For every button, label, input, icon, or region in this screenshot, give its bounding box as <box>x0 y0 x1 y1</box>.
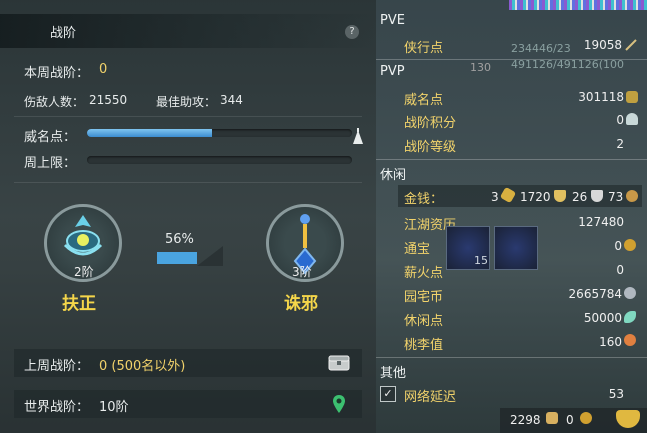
balance-bar-track <box>197 246 223 266</box>
network-latency-checkbox[interactable]: ✓ <box>380 386 396 402</box>
balance-percent: 56% <box>165 232 194 247</box>
pvp-prestige-value: 301118 <box>578 90 624 104</box>
leisure-points-value: 50000 <box>583 311 622 325</box>
jianghu-value: 127480 <box>578 215 624 229</box>
zhengpai-name: 扶正 <box>62 294 96 314</box>
xinhuo-value: 0 <box>616 263 624 277</box>
copper-coin-icon <box>626 190 638 202</box>
pve-xiaxing-label: 侠行点 <box>404 41 444 56</box>
tongbao-label: 通宝 <box>404 242 431 257</box>
world-rank-value: 10阶 <box>99 400 129 415</box>
pvp-rank-score-label: 战阶积分 <box>404 116 457 131</box>
location-pin-icon[interactable] <box>332 394 346 414</box>
prestige-icon <box>626 91 638 103</box>
gold-label: 金钱： <box>404 192 444 207</box>
weekly-cap-progress-bar <box>87 156 352 164</box>
damage-count-label: 伤敌人数： <box>24 95 85 109</box>
xinhuo-label: 薪火点 <box>404 266 444 281</box>
bg-level-text: 130 <box>470 61 491 74</box>
best-assist-label: 最佳助攻： <box>156 95 217 109</box>
other-section-title: 其他 <box>380 366 407 381</box>
yuanzhai-value: 2665784 <box>568 287 622 301</box>
pve-section-title: PVE <box>380 13 405 28</box>
section-divider <box>376 59 647 60</box>
yuanzhai-label: 园宅币 <box>404 290 444 305</box>
chest-icon[interactable] <box>328 355 350 371</box>
gold-value-4: 73 <box>608 190 624 204</box>
damage-count-value: 21550 <box>89 93 128 107</box>
yuanzhai-coin-icon <box>624 287 636 299</box>
leisure-section-title: 休闲 <box>380 168 407 183</box>
bottom-value-1: 2298 <box>510 413 541 427</box>
xiepai-name: 诛邪 <box>284 294 318 314</box>
help-button[interactable]: ? <box>345 25 359 39</box>
gold-value-1: 3 <box>491 190 499 204</box>
sword-icon <box>625 39 637 51</box>
taoli-label: 桃李值 <box>404 338 444 353</box>
pvp-rank-score-value: 0 <box>616 113 624 127</box>
last-week-rank-label: 上周战阶： <box>24 359 90 374</box>
weekly-rank-label: 本周战阶： <box>24 66 90 81</box>
world-rank-label: 世界战阶： <box>24 400 90 415</box>
silver-ingot-icon <box>591 190 603 202</box>
panel-title: 战阶 <box>50 26 77 41</box>
background-bar <box>509 0 647 10</box>
bottom-coin-icon[interactable] <box>580 412 592 424</box>
prestige-progress-fill <box>87 129 212 137</box>
bottom-value-2: 0 <box>566 413 574 427</box>
prestige-progress-bar <box>87 129 352 137</box>
tongbao-coin-icon <box>624 239 636 251</box>
prestige-label: 威名点： <box>24 130 77 145</box>
last-week-rank-value: 0 (500名以外) <box>99 359 186 374</box>
skill-slot-count: 15 <box>474 254 488 267</box>
weekly-rank-value: 0 <box>99 62 108 77</box>
network-latency-label: 网络延迟 <box>404 390 457 405</box>
bottom-item-icon[interactable] <box>546 412 558 424</box>
bg-hp-text: 234446/23 <box>511 42 571 55</box>
leisure-points-label: 休闲点 <box>404 314 444 329</box>
tongbao-value: 0 <box>614 239 622 253</box>
xiepai-rank: 3阶 <box>292 265 312 279</box>
pve-xiaxing-value: 19058 <box>583 38 622 52</box>
skill-slot-2-icon[interactable] <box>494 226 538 270</box>
gold-value-2: 1720 <box>520 190 551 204</box>
divider <box>14 182 362 183</box>
balance-bar <box>157 252 197 264</box>
section-divider <box>376 159 647 160</box>
zhengpai-rank: 2阶 <box>74 265 94 279</box>
peach-icon <box>624 334 636 346</box>
section-divider <box>376 357 647 358</box>
taoli-value: 160 <box>599 335 622 349</box>
weekly-cap-label: 周上限： <box>24 156 77 171</box>
best-assist-value: 344 <box>220 93 243 107</box>
cap-marker-icon <box>353 128 363 144</box>
gold-ingot-icon <box>554 190 566 202</box>
rank-score-icon <box>626 113 638 125</box>
pvp-rank-level-label: 战阶等级 <box>404 140 457 155</box>
pvp-prestige-label: 威名点 <box>404 93 444 108</box>
pvp-rank-level-value: 2 <box>616 137 624 151</box>
gold-value-3: 26 <box>572 190 588 204</box>
pvp-section-title: PVP <box>380 64 405 79</box>
network-latency-value: 53 <box>608 387 624 401</box>
divider <box>14 116 362 117</box>
